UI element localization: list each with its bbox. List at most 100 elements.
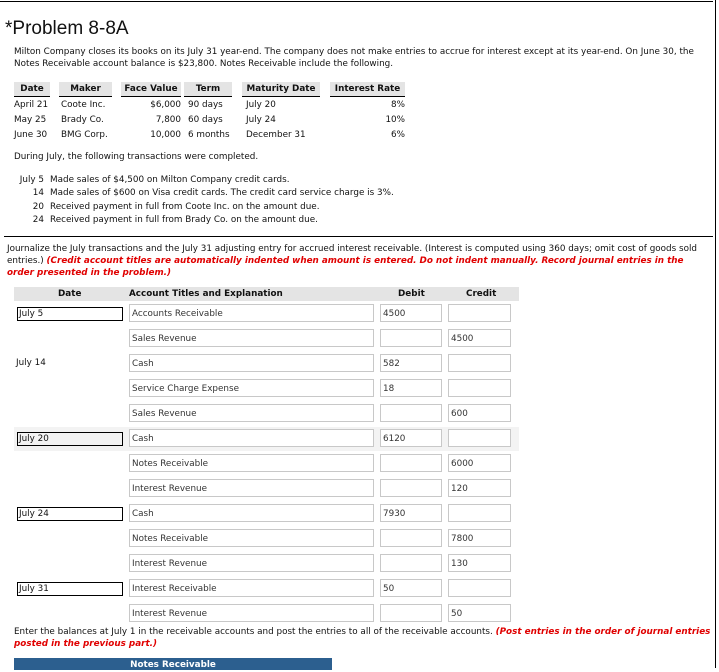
col-face-value: Face Value [121, 82, 181, 97]
account-title-input[interactable]: Interest Receivable [129, 579, 374, 597]
header-credit: Credit [466, 289, 497, 299]
debit-input[interactable]: 4500 [380, 304, 442, 322]
date-input[interactable]: July 20 [17, 432, 123, 446]
note-maker: Coote Inc. [61, 99, 106, 110]
account-title-input[interactable]: Sales Revenue [129, 404, 374, 422]
debit-input[interactable]: 582 [380, 354, 442, 372]
header-date: Date [58, 289, 82, 299]
journal-row: July 5 Accounts Receivable 4500 [14, 302, 519, 326]
credit-input[interactable] [448, 304, 511, 322]
credit-input[interactable] [448, 354, 511, 372]
note-rate: 10% [385, 114, 405, 125]
debit-input[interactable]: 7930 [380, 504, 442, 522]
credit-input[interactable]: 6000 [448, 454, 511, 472]
note-rate: 6% [391, 129, 405, 140]
journal-row: July 20 Cash 6120 [14, 427, 519, 451]
col-interest-rate: Interest Rate [330, 82, 405, 97]
debit-input[interactable]: 6120 [380, 429, 442, 447]
account-title-input[interactable]: Interest Revenue [129, 604, 374, 622]
note-maturity: December 31 [246, 129, 306, 140]
journal-row: Notes Receivable 7800 [14, 527, 519, 551]
debit-input[interactable] [380, 554, 442, 572]
credit-input[interactable]: 120 [448, 479, 511, 497]
debit-input[interactable] [380, 329, 442, 347]
transaction-item: 14 Made sales of $600 on Visa credit card… [14, 188, 394, 201]
account-title-input[interactable]: Notes Receivable [129, 529, 374, 547]
credit-input[interactable] [448, 429, 511, 447]
journal-row: Service Charge Expense 18 [14, 377, 519, 401]
credit-input[interactable] [448, 579, 511, 597]
journal-row: July 31 Interest Receivable 50 [14, 577, 519, 601]
journal-row: Sales Revenue 4500 [14, 327, 519, 351]
account-title-input[interactable]: Cash [129, 429, 374, 447]
note-row: May 25 Brady Co. 7,800 60 days July 24 10% [14, 112, 405, 127]
note-term: 60 days [188, 114, 223, 125]
credit-input[interactable] [448, 504, 511, 522]
journal-row: Sales Revenue 600 [14, 402, 519, 426]
journal-instructions: Journalize the July transactions and the… [7, 243, 707, 279]
account-title-input[interactable]: Cash [129, 504, 374, 522]
note-date: May 25 [14, 114, 47, 125]
account-title-input[interactable]: Accounts Receivable [129, 304, 374, 322]
transaction-item: 24 Received payment in full from Brady Co… [14, 215, 394, 228]
note-face-value: $6,000 [150, 99, 181, 110]
debit-input[interactable]: 50 [380, 579, 442, 597]
debit-input[interactable] [380, 479, 442, 497]
credit-input[interactable]: 50 [448, 604, 511, 622]
note-row: April 21 Coote Inc. $6,000 90 days July 20 8% [14, 97, 405, 112]
journal-row: Notes Receivable 6000 [14, 452, 519, 476]
account-title-input[interactable]: Interest Revenue [129, 554, 374, 572]
section-divider [4, 236, 713, 237]
account-title-input[interactable]: Sales Revenue [129, 329, 374, 347]
transaction-day: 24 [32, 214, 44, 225]
transaction-item: July 5 Made sales of $4,500 on Milton Com… [14, 175, 394, 188]
note-maker: BMG Corp. [61, 129, 108, 140]
transaction-text: Made sales of $4,500 on Milton Company c… [50, 175, 290, 185]
credit-input[interactable] [448, 379, 511, 397]
transaction-text: Made sales of $600 on Visa credit cards.… [50, 188, 394, 199]
account-title-input[interactable]: Interest Revenue [129, 479, 374, 497]
problem-intro: Milton Company closes its books on its J… [14, 47, 694, 69]
journal-row: July 24 Cash 7930 [14, 502, 519, 526]
credit-input[interactable]: 7800 [448, 529, 511, 547]
right-divider [715, 0, 716, 668]
col-maker: Maker [59, 82, 112, 97]
date-input[interactable]: July 24 [17, 507, 123, 521]
header-debit: Debit [398, 289, 425, 299]
header-account: Account Titles and Explanation [129, 289, 283, 299]
top-divider [0, 1, 713, 2]
account-title-input[interactable]: Cash [129, 354, 374, 372]
debit-input[interactable] [380, 604, 442, 622]
debit-input[interactable] [380, 454, 442, 472]
posting-text: Enter the balances at July 1 in the rece… [14, 627, 496, 637]
debit-input[interactable]: 18 [380, 379, 442, 397]
col-term: Term [184, 82, 232, 97]
ledger-notes-receivable-header: Notes Receivable [14, 658, 332, 670]
transaction-text: Received payment in full from Coote Inc.… [50, 201, 320, 212]
note-face-value: 10,000 [150, 129, 181, 140]
instructions-note: (Credit account titles are automatically… [7, 256, 684, 278]
journal-row: Interest Revenue 50 [14, 602, 519, 626]
debit-input[interactable] [380, 404, 442, 422]
credit-input[interactable]: 4500 [448, 329, 511, 347]
transaction-text: Received payment in full from Brady Co. … [50, 214, 318, 225]
journal-row: July 14 Cash 582 [14, 352, 519, 376]
note-maturity: July 24 [246, 114, 276, 125]
note-rate: 8% [391, 99, 405, 110]
journal-row: Interest Revenue 120 [14, 477, 519, 501]
debit-input[interactable] [380, 529, 442, 547]
note-face-value: 7,800 [155, 114, 181, 125]
date-label: July 14 [16, 358, 46, 368]
journal-header: Date Account Titles and Explanation Debi… [14, 287, 519, 301]
account-title-input[interactable]: Notes Receivable [129, 454, 374, 472]
date-input[interactable]: July 31 [17, 582, 123, 596]
credit-input[interactable]: 130 [448, 554, 511, 572]
credit-input[interactable]: 600 [448, 404, 511, 422]
date-input[interactable]: July 5 [17, 307, 123, 321]
transactions-intro: During July, the following transactions … [14, 152, 259, 162]
transaction-day: July 5 [19, 175, 44, 185]
note-row: June 30 BMG Corp. 10,000 6 months December 3… [14, 127, 405, 142]
account-title-input[interactable]: Service Charge Expense [129, 379, 374, 397]
transactions-list: July 5 Made sales of $4,500 on Milton Com… [14, 175, 394, 228]
problem-title: *Problem 8-8A [5, 18, 129, 39]
